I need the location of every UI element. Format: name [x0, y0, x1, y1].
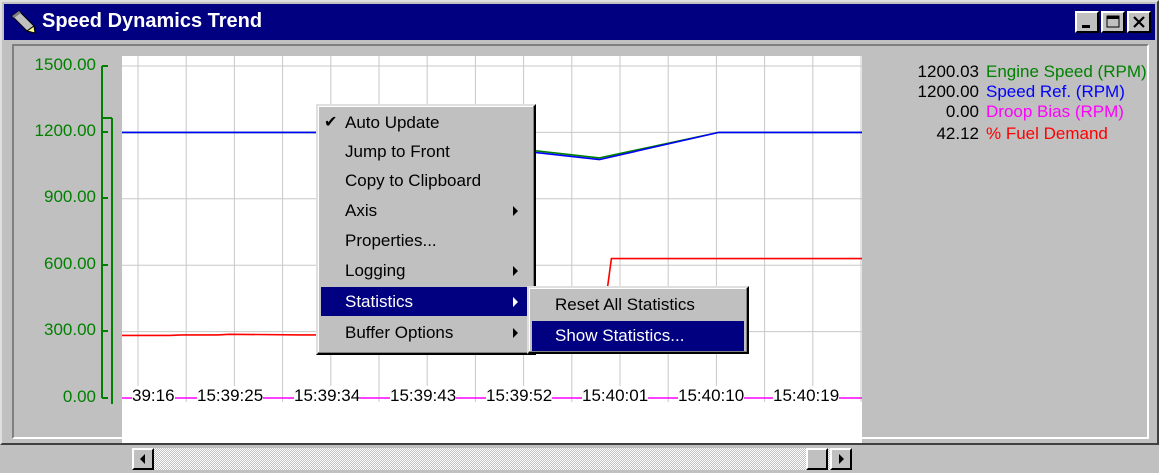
menu-item-axis[interactable]: Axis — [321, 196, 531, 225]
submenu-arrow-icon — [513, 266, 518, 276]
pencil-icon — [11, 10, 36, 34]
x-tick-label: 15:39:43 — [390, 386, 457, 406]
menu-item-buffer-options[interactable]: Buffer Options — [321, 318, 531, 347]
x-tick-label: 15:40:01 — [582, 386, 649, 406]
close-button[interactable] — [1127, 11, 1151, 33]
menu-item-reset-all-statistics[interactable]: Reset All Statistics — [532, 290, 744, 320]
legend-value: 42.12 — [936, 124, 979, 143]
maximize-button[interactable] — [1101, 11, 1125, 33]
y-tick-label: 900.00 — [44, 187, 96, 206]
menu-item-label: Copy to Clipboard — [345, 171, 482, 190]
submenu-arrow-icon — [513, 297, 518, 307]
scroll-right-arrow-icon — [839, 454, 844, 464]
menu-item-label: Buffer Options — [345, 323, 454, 342]
maximize-icon — [1106, 15, 1120, 28]
legend-item: 0.00 Droop Bias (RPM) — [876, 102, 1124, 124]
menu-item-logging[interactable]: Logging — [321, 256, 531, 285]
legend-label: % Fuel Demand — [986, 124, 1108, 143]
scroll-left-button[interactable] — [132, 448, 154, 470]
legend-label: Speed Ref. (RPM) — [986, 82, 1125, 101]
minimize-button[interactable] — [1075, 11, 1099, 33]
x-tick-label: 39:16 — [132, 386, 175, 406]
x-tick-label: 15:40:19 — [773, 386, 840, 406]
legend-item: 42.12 % Fuel Demand — [876, 124, 1108, 146]
submenu-arrow-icon — [513, 328, 518, 338]
menu-item-statistics[interactable]: Statistics — [321, 287, 531, 316]
menu-item-label: Axis — [345, 201, 378, 220]
y-tick-label: 1200.00 — [34, 121, 96, 140]
x-tick-label: 15:40:10 — [678, 386, 745, 406]
menu-item-properties[interactable]: Properties... — [321, 226, 531, 255]
title-bar[interactable]: Speed Dynamics Trend — [4, 4, 1155, 40]
close-icon — [1133, 16, 1145, 28]
statistics-submenu: Reset All Statistics Show Statistics... — [527, 286, 749, 354]
scroll-left-arrow-icon — [140, 454, 145, 464]
x-tick-label: 15:39:52 — [486, 386, 553, 406]
minimize-icon — [1082, 25, 1090, 28]
context-menu: ✔ Auto Update Jump to Front Copy to Clip… — [316, 104, 536, 355]
menu-item-label: Reset All Statistics — [555, 295, 695, 314]
menu-item-jump-to-front[interactable]: Jump to Front — [321, 137, 531, 166]
scroll-right-button[interactable] — [830, 448, 852, 470]
menu-item-auto-update[interactable]: ✔ Auto Update — [321, 108, 531, 137]
horizontal-scrollbar[interactable] — [132, 448, 852, 470]
x-tick-label: 15:39:34 — [294, 386, 361, 406]
legend-label: Engine Speed (RPM) — [986, 62, 1147, 81]
submenu-arrow-icon — [513, 206, 518, 216]
menu-item-label: Logging — [345, 261, 406, 280]
y-tick-label: 1500.00 — [34, 55, 96, 74]
menu-item-label: Statistics — [345, 292, 414, 311]
y-tick-label: 0.00 — [62, 387, 96, 406]
legend-label: Droop Bias (RPM) — [986, 102, 1124, 121]
legend-value: 1200.00 — [917, 82, 979, 101]
menu-item-label: Show Statistics... — [555, 326, 685, 345]
check-icon: ✔ — [324, 114, 338, 131]
menu-item-label: Jump to Front — [345, 142, 450, 161]
menu-item-copy-to-clipboard[interactable]: Copy to Clipboard — [321, 166, 531, 195]
scroll-thumb[interactable] — [806, 448, 828, 470]
trend-window: Speed Dynamics Trend 1500.00 1200.00 900… — [0, 0, 1159, 470]
legend-item: 1200.03 Engine Speed (RPM) — [876, 62, 1147, 84]
legend-item: 1200.00 Speed Ref. (RPM) — [876, 82, 1125, 104]
y-axis — [101, 65, 113, 404]
x-tick-label: 15:39:25 — [197, 386, 264, 406]
menu-item-label: Auto Update — [345, 113, 440, 132]
y-tick-label: 600.00 — [44, 254, 96, 273]
window-title: Speed Dynamics Trend — [42, 10, 263, 32]
legend-value: 0.00 — [945, 102, 979, 121]
y-tick-label: 300.00 — [44, 320, 96, 339]
menu-item-label: Properties... — [345, 231, 437, 250]
trend-client-area: 1500.00 1200.00 900.00 600.00 300.00 0.0… — [12, 44, 1149, 470]
legend-value: 1200.03 — [917, 62, 979, 81]
menu-item-show-statistics[interactable]: Show Statistics... — [532, 321, 744, 351]
